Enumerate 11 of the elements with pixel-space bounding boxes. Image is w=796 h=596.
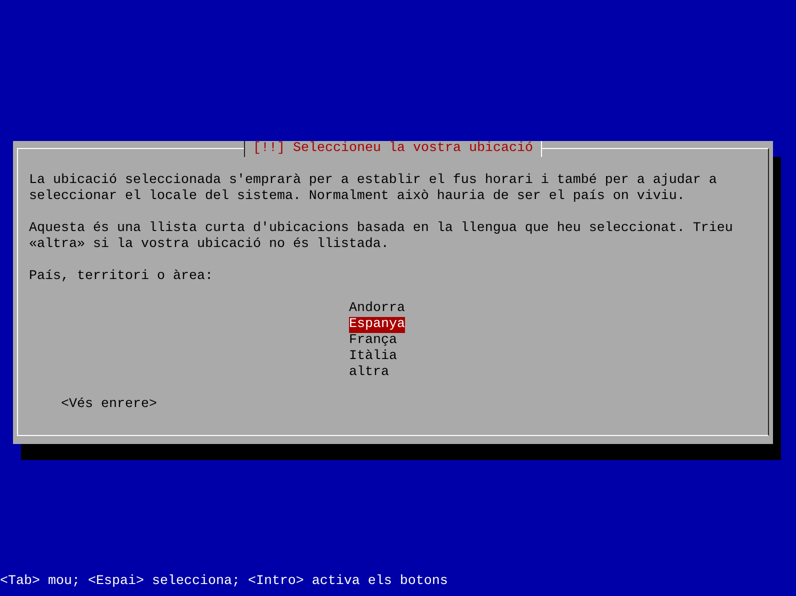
prompt-label: País, territori o àrea: — [29, 269, 214, 285]
status-text: <Tab> mou; <Espai> selecciona; <Intro> activa els botons — [0, 574, 448, 590]
description-text: Aquesta és una llista curta d'ubicacions basada en la llengua que heu seleccionat. Trieu «altra» si la vostra ubicació no és llistada. — [29, 221, 734, 253]
back-button[interactable]: <Vés enrere> — [61, 397, 157, 413]
description-text: La ubicació seleccionada s'emprarà per a establir el fus horari i també per a ajudar a seleccionar el locale del sistema. Normalment això hauria de ser el país on viviu. — [29, 173, 718, 205]
list-item[interactable]: Espanya — [349, 317, 405, 333]
list-item[interactable]: Itàlia — [349, 349, 397, 365]
list-item[interactable]: França — [349, 333, 397, 349]
list-item[interactable]: Andorra — [349, 301, 405, 317]
dialog-title: [!!] Seleccioneu la vostra ubicació — [244, 141, 542, 157]
list-item[interactable]: altra — [349, 365, 389, 381]
